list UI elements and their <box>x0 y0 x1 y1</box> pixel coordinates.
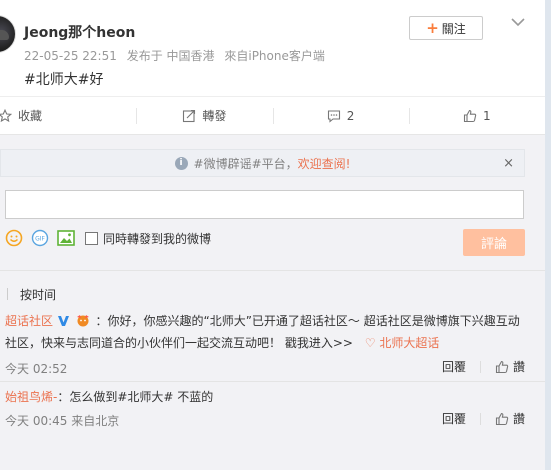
comment-count: 2 <box>346 108 355 123</box>
supertopic-icon: ♡ <box>364 336 376 350</box>
svg-text:GIF: GIF <box>35 236 45 243</box>
member-badge-icon <box>76 315 89 327</box>
divider <box>479 412 481 425</box>
comment-time: 今天 00:45 来自北京 <box>5 414 120 428</box>
comment-section: i #微博辟谣#平台， 欢迎查阅! × GIF 同時轉發到我的微博 評論 按时间 <box>0 134 545 470</box>
post-timestamp[interactable]: 22-05-25 22:51 <box>24 49 117 63</box>
comment-nick[interactable]: 始祖鸟烯- <box>5 390 57 404</box>
share-to-feed-checkbox[interactable]: 同時轉發到我的微博 <box>85 230 211 247</box>
submit-comment-button[interactable]: 評論 <box>463 229 525 256</box>
comment-like-button[interactable]: 讚 <box>495 410 525 427</box>
comment-actions: 回覆 讚 <box>442 358 525 375</box>
comment-text: ：怎么做到#北师大# 不蓝的 <box>57 390 214 404</box>
favorite-label: 收藏 <box>18 109 43 123</box>
avatar[interactable] <box>0 15 16 53</box>
share-to-feed-label: 同時轉發到我的微博 <box>103 231 212 246</box>
composer-toolbar: GIF 同時轉發到我的微博 <box>5 229 211 247</box>
like-count: 1 <box>483 108 491 123</box>
supertopic-link[interactable]: ♡ 北师大超话 <box>365 336 440 350</box>
comment-button[interactable]: 2 <box>272 97 409 134</box>
notice-text[interactable]: #微博辟谣#平台， <box>194 155 298 172</box>
emoji-icon[interactable] <box>5 229 23 247</box>
page-background-strip <box>545 0 551 470</box>
like-button[interactable]: 1 <box>408 97 545 134</box>
comment-input[interactable] <box>5 190 524 219</box>
repost-icon <box>183 109 196 122</box>
follow-label: 關注 <box>441 21 466 36</box>
post-location: 发布于 中国香港 <box>126 49 215 63</box>
repost-label: 轉發 <box>202 109 227 123</box>
chevron-down-icon[interactable] <box>509 14 527 30</box>
comment-like-label: 讚 <box>512 360 525 374</box>
comment-icon <box>327 109 340 123</box>
sort-separator <box>7 288 8 300</box>
notice-link[interactable]: 欢迎查阅! <box>298 155 351 172</box>
repost-button[interactable]: 轉發 <box>136 97 272 134</box>
sort-divider-line <box>0 270 545 271</box>
image-icon[interactable] <box>57 229 75 247</box>
divider <box>479 360 481 373</box>
reply-button[interactable]: 回覆 <box>442 410 466 427</box>
comment-time: 今天 02:52 <box>5 362 68 376</box>
follow-button[interactable]: + 關注 <box>409 16 483 40</box>
post-device: 來自iPhone客户端 <box>224 49 325 63</box>
sort-by-time[interactable]: 按时间 <box>20 286 56 303</box>
post-username[interactable]: Jeong那个heon <box>24 22 135 42</box>
post-action-bar: 收藏 轉發 2 1 <box>0 96 545 134</box>
post-meta: 22-05-25 22:51 发布于 中国香港 來自iPhone客户端 <box>24 47 331 64</box>
checkbox-box[interactable] <box>85 231 98 245</box>
star-icon <box>0 108 12 122</box>
reply-button[interactable]: 回覆 <box>442 358 466 375</box>
post-text[interactable]: #北师大#好 <box>24 69 103 89</box>
gif-icon[interactable]: GIF <box>31 229 49 247</box>
thumbs-up-icon <box>463 109 477 122</box>
comment-divider <box>0 381 545 382</box>
weibo-card: Jeong那个heon 22-05-25 22:51 发布于 中国香港 來自iP… <box>0 0 545 470</box>
comment-like-button[interactable]: 讚 <box>495 358 525 375</box>
info-icon: i <box>174 156 188 170</box>
comment-item: 始祖鸟烯-：怎么做到#北师大# 不蓝的 <box>5 386 213 408</box>
comment-nick[interactable]: 超话社区 <box>5 314 53 328</box>
rumor-notice-banner: i #微博辟谣#平台， 欢迎查阅! × <box>0 149 525 177</box>
plus-icon: + <box>426 18 439 37</box>
thumbs-up-icon <box>495 412 509 425</box>
comment-cta[interactable]: 戳我进入>> <box>285 336 353 350</box>
favorite-button[interactable]: 收藏 <box>0 97 134 134</box>
verified-v-icon <box>57 316 69 326</box>
comment-actions: 回覆 讚 <box>442 410 525 427</box>
thumbs-up-icon <box>495 360 509 373</box>
comment-item: 超话社区 ：你好，你感兴趣的“北师大”已开通了超话社区～ 超话社区是微博旗下兴趣… <box>5 310 530 354</box>
comment-like-label: 讚 <box>512 412 525 426</box>
close-icon[interactable]: × <box>503 156 514 171</box>
post-header: Jeong那个heon 22-05-25 22:51 发布于 中国香港 來自iP… <box>0 0 545 96</box>
supertopic-link-label: 北师大超话 <box>379 336 440 350</box>
